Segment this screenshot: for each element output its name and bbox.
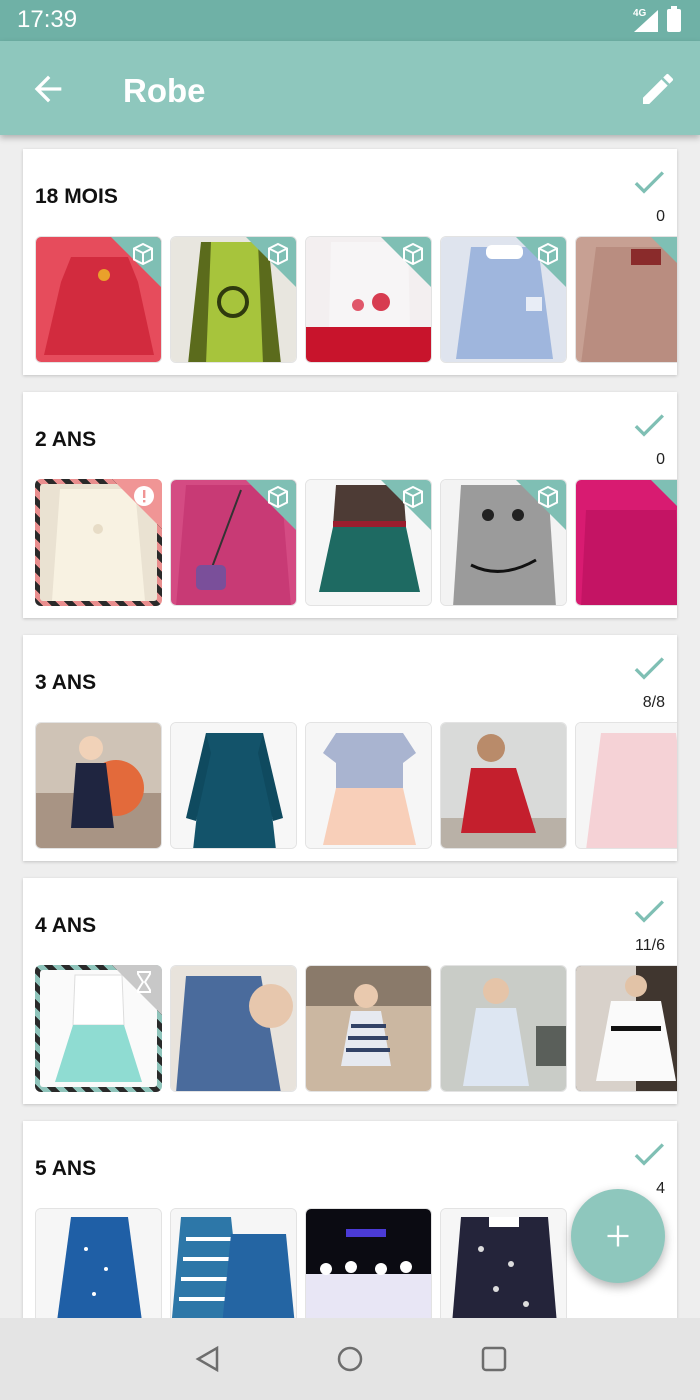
- section-card[interactable]: 18 MOIS 0: [23, 149, 677, 375]
- arrow-back-icon[interactable]: [28, 69, 68, 109]
- clothing-photo[interactable]: [575, 479, 677, 606]
- section-label: 3 ANS: [35, 671, 97, 694]
- status-time: 17:39: [17, 6, 78, 33]
- check-icon[interactable]: [629, 648, 669, 688]
- clothing-photo[interactable]: [440, 1208, 567, 1318]
- box-icon: [403, 242, 423, 266]
- nav-recents-icon[interactable]: [479, 1344, 509, 1374]
- clothing-photo[interactable]: [35, 722, 162, 849]
- box-icon: [538, 485, 558, 509]
- nav-back-icon[interactable]: [193, 1344, 223, 1374]
- box-icon: [538, 242, 558, 266]
- clothing-photo[interactable]: [35, 479, 162, 606]
- sections-list[interactable]: 18 MOIS 0 2 ANS 0 3 ANS 8/8 4 ANS 11/6 5…: [0, 135, 700, 1318]
- section-label: 2 ANS: [35, 428, 97, 451]
- clothing-photo[interactable]: [305, 236, 432, 363]
- clothing-photo[interactable]: [35, 1208, 162, 1318]
- section-count: 4: [656, 1180, 665, 1197]
- section-label: 5 ANS: [35, 1157, 97, 1180]
- add-button[interactable]: [571, 1189, 665, 1283]
- clothing-photo[interactable]: [440, 965, 567, 1092]
- clothing-photo[interactable]: [575, 236, 677, 363]
- check-icon[interactable]: [629, 405, 669, 445]
- clothing-photo[interactable]: [170, 1208, 297, 1318]
- box-icon: [268, 485, 288, 509]
- clothing-photo[interactable]: [440, 479, 567, 606]
- system-nav-bar: [0, 1318, 700, 1400]
- battery-icon: [667, 6, 681, 32]
- box-icon: [403, 485, 423, 509]
- section-count: 8/8: [642, 694, 665, 711]
- clothing-photo[interactable]: [305, 965, 432, 1092]
- section-card[interactable]: 4 ANS 11/6: [23, 878, 677, 1104]
- section-count: 11/6: [635, 937, 665, 954]
- signal-icon: [634, 10, 658, 32]
- clothing-photo[interactable]: [575, 965, 677, 1092]
- check-icon[interactable]: [629, 891, 669, 931]
- section-card[interactable]: 2 ANS 0: [23, 392, 677, 618]
- box-icon: [133, 242, 153, 266]
- section-count: 0: [656, 451, 665, 468]
- box-icon: [268, 242, 288, 266]
- clothing-photo[interactable]: [305, 479, 432, 606]
- clothing-photo[interactable]: [440, 722, 567, 849]
- pencil-icon[interactable]: [638, 69, 678, 109]
- clothing-photo[interactable]: [170, 722, 297, 849]
- page-title: Robe: [123, 72, 206, 109]
- section-label: 4 ANS: [35, 914, 97, 937]
- clothing-photo[interactable]: [170, 479, 297, 606]
- clothing-photo[interactable]: [35, 965, 162, 1092]
- alert-icon: [134, 486, 154, 506]
- status-bar: 17:39 4G: [0, 0, 700, 41]
- section-card[interactable]: 3 ANS 8/8: [23, 635, 677, 861]
- section-count: 0: [656, 208, 665, 225]
- check-icon[interactable]: [629, 162, 669, 202]
- section-label: 18 MOIS: [35, 185, 118, 208]
- nav-home-icon[interactable]: [335, 1344, 365, 1374]
- app-toolbar: Robe: [0, 41, 700, 135]
- hourglass-icon: [137, 971, 151, 993]
- clothing-photo[interactable]: [575, 722, 677, 849]
- check-icon[interactable]: [629, 1134, 669, 1174]
- clothing-photo[interactable]: [305, 722, 432, 849]
- plus-icon: [607, 1225, 629, 1247]
- clothing-photo[interactable]: [170, 965, 297, 1092]
- clothing-photo[interactable]: [305, 1208, 432, 1318]
- clothing-photo[interactable]: [440, 236, 567, 363]
- clothing-photo[interactable]: [170, 236, 297, 363]
- clothing-photo[interactable]: [35, 236, 162, 363]
